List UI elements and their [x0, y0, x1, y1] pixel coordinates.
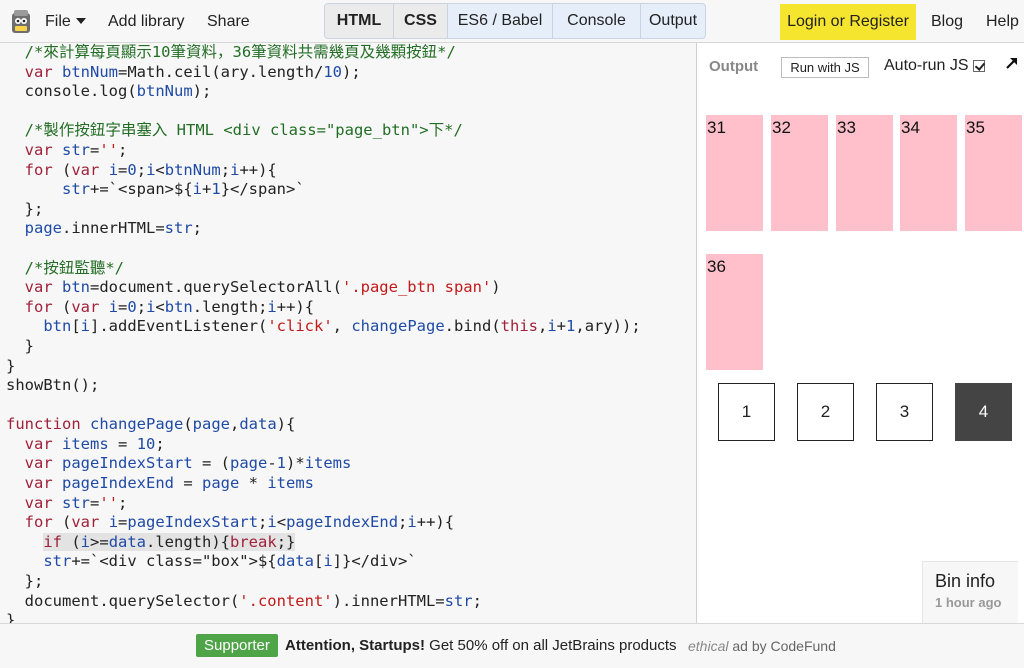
content-box: 33: [836, 115, 893, 231]
code-line[interactable]: document.querySelector('.content').inner…: [6, 592, 641, 612]
page-button-1[interactable]: 1: [718, 383, 775, 441]
code-area[interactable]: /*來計算每頁顯示10筆資料，36筆資料共需幾頁及幾顆按鈕*/ var btnN…: [6, 43, 641, 623]
panel-tabs: HTML CSS ES6 / Babel Console Output: [324, 3, 706, 39]
code-line[interactable]: /*來計算每頁顯示10筆資料，36筆資料共需幾頁及幾顆按鈕*/: [6, 43, 641, 63]
code-line[interactable]: [6, 102, 641, 122]
ad-headline: Attention, Startups!: [285, 637, 425, 654]
popout-arrow-icon[interactable]: [1004, 55, 1020, 71]
top-bar: File Add library Share HTML CSS ES6 / Ba…: [0, 0, 1024, 43]
chevron-down-icon: [75, 18, 86, 24]
blog-link[interactable]: Blog: [931, 0, 963, 43]
tab-es6-babel[interactable]: ES6 / Babel: [448, 4, 553, 38]
ad-credit-text: ad by CodeFund: [728, 638, 836, 654]
code-line[interactable]: showBtn();: [6, 376, 641, 396]
code-line[interactable]: [6, 239, 641, 259]
ad-link[interactable]: Attention, Startups! Get 50% off on all …: [285, 637, 677, 654]
tab-output[interactable]: Output: [641, 4, 705, 38]
output-label: Output: [709, 58, 759, 75]
tab-html[interactable]: HTML: [325, 4, 394, 38]
ad-bar: Supporter Attention, Startups! Get 50% o…: [0, 623, 1024, 668]
code-line[interactable]: /*製作按鈕字串塞入 HTML <div class="page_btn">下*…: [6, 121, 641, 141]
content-box: 32: [771, 115, 828, 231]
ad-ethical: ethical: [688, 638, 729, 654]
code-line[interactable]: var pageIndexStart = (page-1)*items: [6, 454, 641, 474]
code-line[interactable]: str+=`<span>${i+1}</span>`: [6, 180, 641, 200]
bin-info-panel[interactable]: Bin info 1 hour ago: [922, 561, 1018, 623]
bin-info-time: 1 hour ago: [935, 595, 1002, 610]
content-box: 35: [965, 115, 1022, 231]
code-line[interactable]: function changePage(page,data){: [6, 415, 641, 435]
file-menu-label: File: [45, 13, 71, 30]
code-line[interactable]: };: [6, 200, 641, 220]
code-line[interactable]: for (var i=0;i<btnNum;i++){: [6, 161, 641, 181]
code-line[interactable]: console.log(btnNum);: [6, 82, 641, 102]
code-line[interactable]: page.innerHTML=str;: [6, 219, 641, 239]
content-box: 31: [706, 115, 763, 231]
page-button-4[interactable]: 4: [955, 383, 1012, 441]
jsbin-logo-icon[interactable]: [9, 8, 33, 35]
file-menu[interactable]: File: [45, 0, 86, 43]
code-line[interactable]: str+=`<div class="box">${data[i]}</div>`: [6, 552, 641, 572]
bin-info-title: Bin info: [935, 571, 996, 591]
tab-css[interactable]: CSS: [394, 4, 448, 38]
code-line[interactable]: }: [6, 337, 641, 357]
ad-body: Get 50% off on all JetBrains products: [425, 637, 677, 654]
code-line[interactable]: [6, 396, 641, 416]
page-button-3[interactable]: 3: [876, 383, 933, 441]
code-line[interactable]: var str='';: [6, 141, 641, 161]
code-line[interactable]: };: [6, 572, 641, 592]
share-menu[interactable]: Share: [207, 0, 250, 43]
code-line[interactable]: for (var i=0;i<btn.length;i++){: [6, 298, 641, 318]
login-register-button[interactable]: Login or Register: [780, 4, 916, 40]
supporter-badge[interactable]: Supporter: [196, 634, 278, 657]
tab-console[interactable]: Console: [553, 4, 641, 38]
code-line[interactable]: }: [6, 357, 641, 377]
autorun-label: Auto-run JS: [884, 57, 969, 74]
content-box: 34: [900, 115, 957, 231]
code-line[interactable]: if (i>=data.length){break;}: [6, 532, 641, 553]
code-line[interactable]: var pageIndexEnd = page * items: [6, 474, 641, 494]
autorun-checkbox[interactable]: [973, 60, 985, 72]
code-line[interactable]: var btnNum=Math.ceil(ary.length/10);: [6, 63, 641, 83]
code-line[interactable]: /*按鈕監聽*/: [6, 259, 641, 279]
page-button-2[interactable]: 2: [797, 383, 854, 441]
code-line[interactable]: btn[i].addEventListener('click', changeP…: [6, 317, 640, 337]
ad-credit[interactable]: ethical ad by CodeFund: [688, 638, 836, 654]
add-library-menu[interactable]: Add library: [108, 0, 184, 43]
code-line[interactable]: var items = 10;: [6, 435, 641, 455]
code-line[interactable]: for (var i=pageIndexStart;i<pageIndexEnd…: [6, 513, 641, 533]
output-pane: Output Run with JS Auto-run JS 31 32 33 …: [698, 43, 1024, 623]
run-with-js-button[interactable]: Run with JS: [781, 57, 869, 78]
content-box: 36: [706, 254, 763, 370]
code-line[interactable]: }: [6, 611, 641, 623]
code-line[interactable]: var btn=document.querySelectorAll('.page…: [6, 278, 641, 298]
help-link[interactable]: Help: [986, 0, 1019, 43]
output-header: Output Run with JS Auto-run JS: [698, 43, 1024, 91]
code-line[interactable]: var str='';: [6, 494, 641, 514]
js-editor[interactable]: /*來計算每頁顯示10筆資料，36筆資料共需幾頁及幾顆按鈕*/ var btnN…: [0, 43, 697, 623]
